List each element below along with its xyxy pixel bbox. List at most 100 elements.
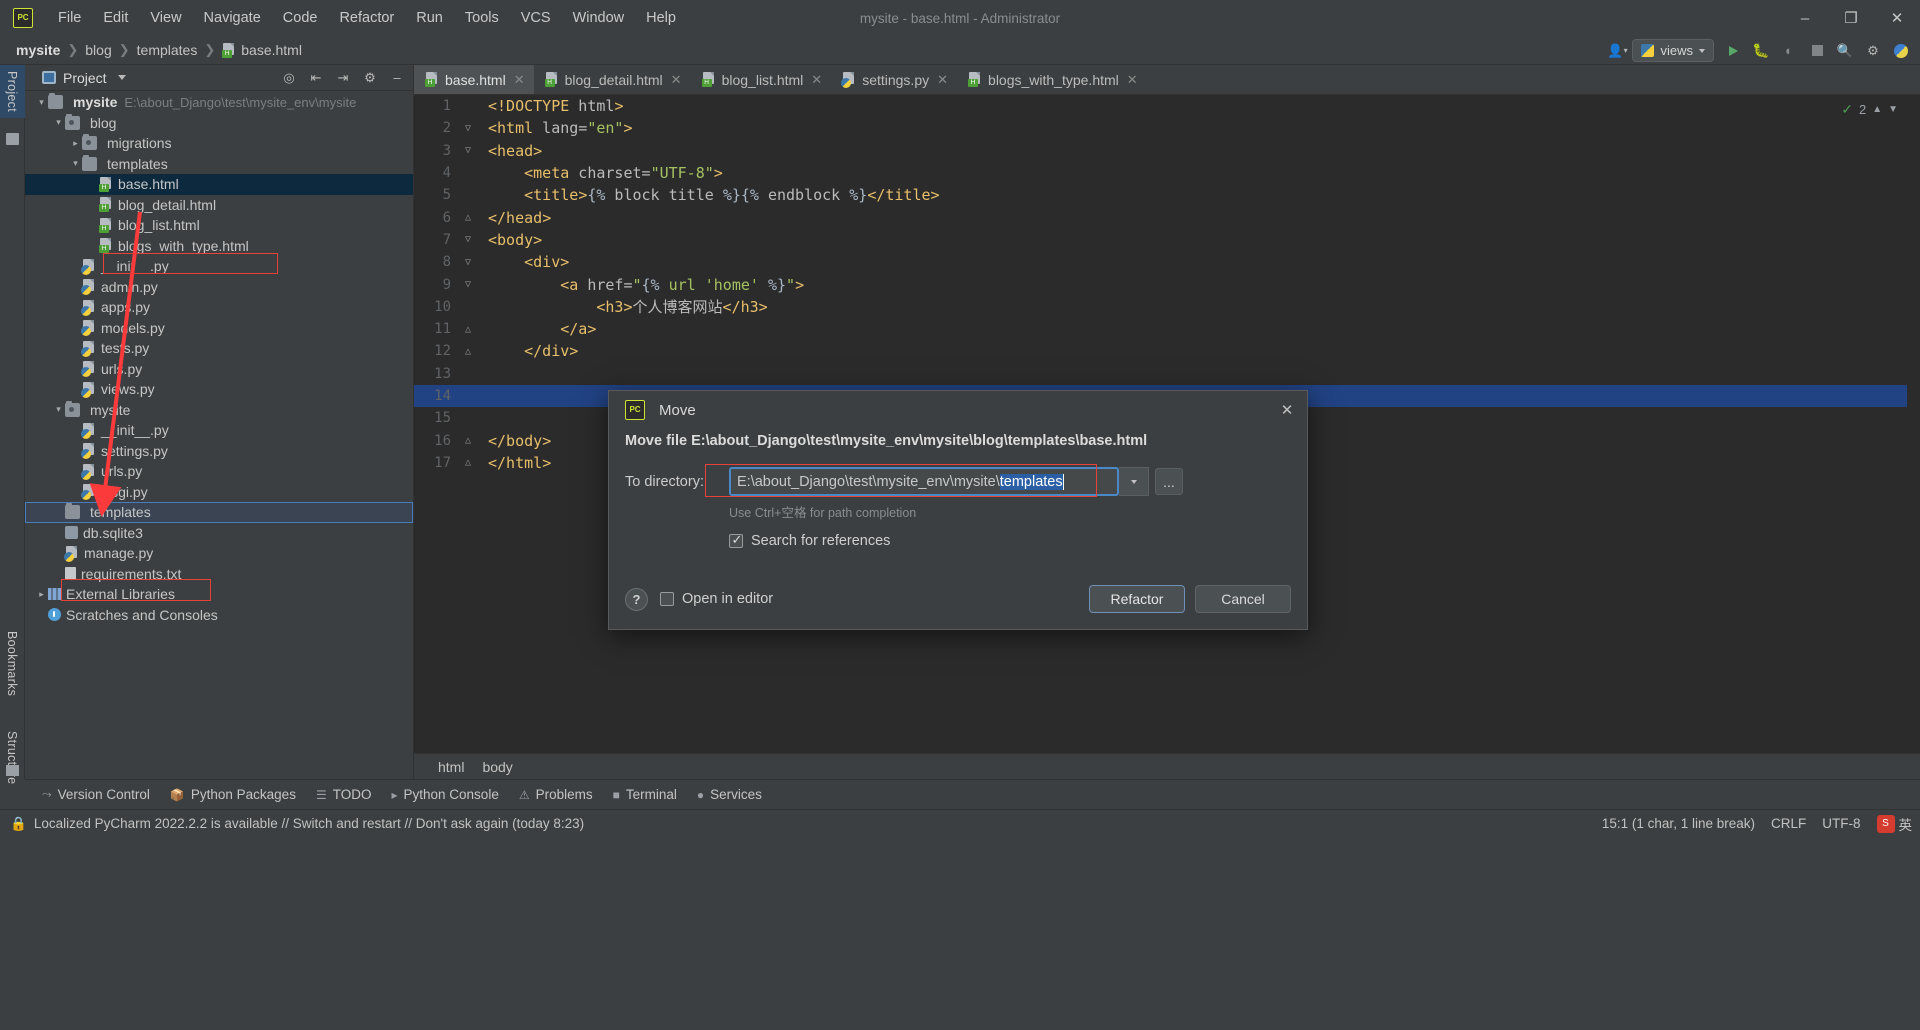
code-line[interactable]: 6 △ </head> <box>414 206 1920 228</box>
bottom-tool-button[interactable]: 📦 Python Packages <box>161 784 305 805</box>
ime-indicator[interactable]: S 英 <box>1876 814 1912 834</box>
cancel-button[interactable]: Cancel <box>1195 585 1291 613</box>
bar-chart-icon[interactable] <box>6 765 19 776</box>
tree-item[interactable]: admin.py <box>25 277 413 298</box>
tree-item[interactable]: __init__.py <box>25 256 413 277</box>
open-in-editor-checkbox[interactable] <box>660 592 674 606</box>
fold-marker-icon[interactable]: △ <box>460 435 476 446</box>
menu-help[interactable]: Help <box>635 6 687 30</box>
fold-marker-icon[interactable]: ▽ <box>460 123 476 134</box>
chevron-down-icon[interactable] <box>117 75 126 80</box>
editor-right-gutter[interactable] <box>1907 95 1920 753</box>
tool-button-bookmarks[interactable]: Bookmarks <box>0 625 25 702</box>
tree-item[interactable]: manage.py <box>25 543 413 564</box>
bottom-tool-window-bar[interactable]: ⤳ Version Control 📦 Python Packages ☰ TODO ▸ Py… <box>25 779 1920 809</box>
refactor-button[interactable]: Refactor <box>1089 585 1185 613</box>
chevron-right-icon[interactable]: ▸ <box>69 138 82 149</box>
tree-item[interactable]: __init__.py <box>25 420 413 441</box>
directory-dropdown-button[interactable] <box>1119 467 1149 496</box>
close-button[interactable]: ✕ <box>1874 0 1920 36</box>
chevron-right-icon[interactable]: ▸ <box>35 589 48 600</box>
tree-item[interactable]: tests.py <box>25 338 413 359</box>
close-icon[interactable]: ✕ <box>1275 399 1299 421</box>
run-icon[interactable] <box>1720 39 1746 63</box>
tree-item[interactable]: db.sqlite3 <box>25 523 413 544</box>
breadcrumb-item-templates[interactable]: templates <box>133 41 202 59</box>
caret-position[interactable]: 15:1 (1 char, 1 line break) <box>1602 816 1755 831</box>
tree-item[interactable]: Hblog_detail.html <box>25 195 413 216</box>
menu-refactor[interactable]: Refactor <box>328 6 405 30</box>
code-line[interactable]: 13 <box>414 363 1920 385</box>
chevron-down-icon[interactable]: ▾ <box>69 158 82 169</box>
maximize-button[interactable]: ❐ <box>1828 0 1874 36</box>
menu-run[interactable]: Run <box>405 6 454 30</box>
bottom-tool-button[interactable]: ▸ Python Console <box>382 784 507 805</box>
bottom-tool-button[interactable]: ⤳ Version Control <box>33 784 159 805</box>
fold-marker-icon[interactable]: ▽ <box>460 234 476 245</box>
breadcrumb-item-blog[interactable]: blog <box>81 41 115 59</box>
search-references-row[interactable]: Search for references <box>609 532 1307 549</box>
project-tree[interactable]: ▾ mysite E:\about_Django\test\mysite_env\m… <box>25 92 413 779</box>
code-line[interactable]: 8 ▽ <div> <box>414 251 1920 273</box>
tree-item[interactable]: views.py <box>25 379 413 400</box>
coverage-icon[interactable]: ◐ <box>1776 39 1802 63</box>
search-references-checkbox[interactable] <box>729 532 743 548</box>
tree-item[interactable]: wsgi.py <box>25 482 413 503</box>
bottom-tool-button[interactable]: ⚠ Problems <box>510 784 602 805</box>
updates-icon[interactable] <box>1888 39 1914 63</box>
tree-item[interactable]: ▾ blog <box>25 113 413 134</box>
tree-item[interactable]: urls.py <box>25 359 413 380</box>
tree-item[interactable]: settings.py <box>25 441 413 462</box>
menu-code[interactable]: Code <box>272 6 329 30</box>
tree-item[interactable]: models.py <box>25 318 413 339</box>
code-line[interactable]: 2 ▽ <html lang="en"> <box>414 117 1920 139</box>
chevron-down-icon[interactable]: ▾ <box>52 404 65 415</box>
browse-button[interactable]: ... <box>1155 468 1183 495</box>
chevron-up-icon[interactable]: ▲ <box>1872 104 1882 115</box>
fold-marker-icon[interactable]: △ <box>460 346 476 357</box>
tree-item[interactable]: ▾ mysite E:\about_Django\test\mysite_env\m… <box>25 92 413 113</box>
tree-item[interactable]: Hbase.html <box>25 174 413 195</box>
menu-view[interactable]: View <box>139 6 192 30</box>
folder-icon[interactable] <box>6 133 19 145</box>
tree-item[interactable]: Scratches and Consoles <box>25 605 413 626</box>
menu-tools[interactable]: Tools <box>454 6 510 30</box>
breadcrumb-item-file[interactable]: H base.html <box>218 41 306 59</box>
directory-input[interactable]: E:\about_Django\test\mysite_env\mysite\ t… <box>729 467 1119 496</box>
fold-marker-icon[interactable]: ▽ <box>460 279 476 290</box>
file-encoding[interactable]: UTF-8 <box>1822 816 1860 831</box>
bottom-tool-button[interactable]: ● Services <box>688 784 771 805</box>
tool-button-project[interactable]: Project <box>0 65 25 119</box>
collapse-all-icon[interactable]: ⇥ <box>331 67 355 89</box>
code-line[interactable]: 1 <!DOCTYPE html> <box>414 95 1920 117</box>
tree-item[interactable]: Hblog_list.html <box>25 215 413 236</box>
chevron-down-icon[interactable]: ▾ <box>35 97 48 108</box>
code-line[interactable]: 7 ▽ <body> <box>414 229 1920 251</box>
locate-icon[interactable]: ◎ <box>277 67 301 89</box>
chevron-down-icon[interactable]: ▼ <box>1888 104 1898 115</box>
tree-item[interactable]: Hblogs_with_type.html <box>25 236 413 257</box>
editor-tab-bar[interactable]: Hbase.html ✕ Hblog_detail.html ✕ Hblog_list.… <box>414 65 1920 95</box>
bottom-tool-button[interactable]: ■ Terminal <box>604 784 686 805</box>
expand-all-icon[interactable]: ⇤ <box>304 67 328 89</box>
menu-vcs[interactable]: VCS <box>510 6 562 30</box>
code-line[interactable]: 10 <h3>个人博客网站</h3> <box>414 296 1920 318</box>
chevron-down-icon[interactable]: ▾ <box>52 117 65 128</box>
fold-marker-icon[interactable]: △ <box>460 324 476 335</box>
menu-navigate[interactable]: Navigate <box>193 6 272 30</box>
close-icon[interactable]: ✕ <box>1127 72 1138 88</box>
code-line[interactable]: 9 ▽ <a href="{% url 'home' %}"> <box>414 273 1920 295</box>
code-line[interactable]: 11 △ </a> <box>414 318 1920 340</box>
fold-marker-icon[interactable]: ▽ <box>460 257 476 268</box>
tree-item[interactable]: templates <box>25 502 413 523</box>
debug-icon[interactable]: 🐛 <box>1748 39 1774 63</box>
inspection-widget[interactable]: ✓ 2 ▲ ▼ <box>1841 101 1898 118</box>
tree-item[interactable]: ▾ mysite <box>25 400 413 421</box>
code-line[interactable]: 12 △ </div> <box>414 340 1920 362</box>
tree-item[interactable]: apps.py <box>25 297 413 318</box>
tree-item[interactable]: ▸ migrations <box>25 133 413 154</box>
editor-breadcrumb-body[interactable]: body <box>473 759 521 775</box>
close-icon[interactable]: ✕ <box>514 72 525 88</box>
editor-breadcrumb-html[interactable]: html <box>414 759 473 775</box>
gear-icon[interactable]: ⚙ <box>358 67 382 89</box>
